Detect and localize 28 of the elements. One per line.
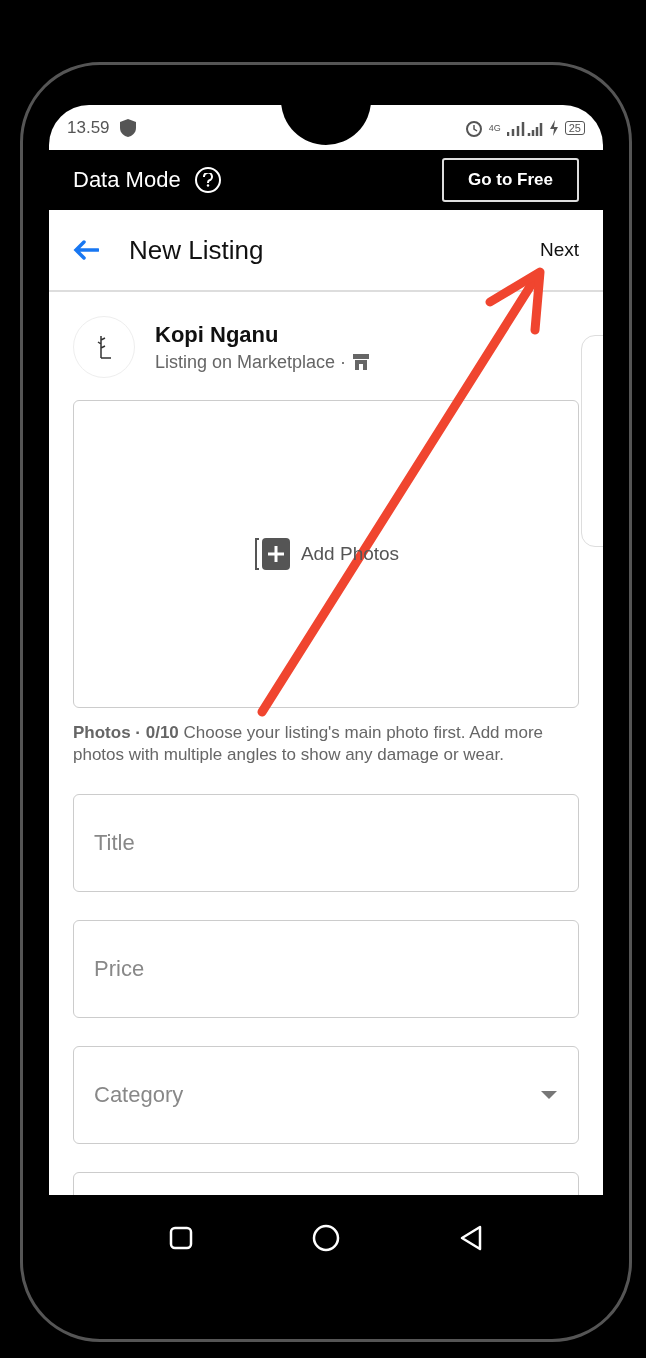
charging-icon — [548, 119, 559, 136]
page-title: New Listing — [129, 234, 265, 266]
next-button[interactable]: Next — [539, 239, 579, 261]
data-mode-label: Data Mode — [73, 167, 181, 193]
caret-icon — [540, 1090, 558, 1100]
field-placeholder: Price — [94, 956, 145, 982]
listing-subtitle: Listing on Marketplace · — [155, 351, 347, 373]
field-placeholder: Title — [94, 830, 135, 856]
photos-caption: Photos · 0/10 Choose your listing's main photo first. Add more photos with multiple angles to show any damage or wear. — [73, 722, 544, 766]
help-icon[interactable] — [194, 167, 221, 193]
go-to-free-button[interactable]: Go to Free — [442, 158, 579, 202]
back-arrow-icon[interactable] — [73, 240, 99, 260]
recents-icon[interactable] — [168, 1225, 193, 1250]
network-label: 4G — [488, 122, 501, 133]
category-dropdown[interactable]: Category — [73, 1046, 579, 1144]
input-field[interactable]: Title — [73, 794, 579, 892]
home-icon[interactable] — [312, 1223, 340, 1252]
seller-name: Kopi Nganu — [155, 321, 280, 348]
battery-level: 25 — [564, 120, 585, 135]
alarm-icon — [464, 118, 483, 137]
dropdown-placeholder: Category — [94, 1082, 184, 1108]
input-field[interactable]: Price — [73, 920, 579, 1018]
shield-icon — [119, 118, 136, 137]
signal-icon — [506, 119, 543, 136]
store-icon — [352, 353, 371, 371]
status-time: 13.59 — [67, 117, 110, 138]
add-photo-icon — [252, 536, 293, 572]
back-icon[interactable] — [459, 1224, 484, 1251]
